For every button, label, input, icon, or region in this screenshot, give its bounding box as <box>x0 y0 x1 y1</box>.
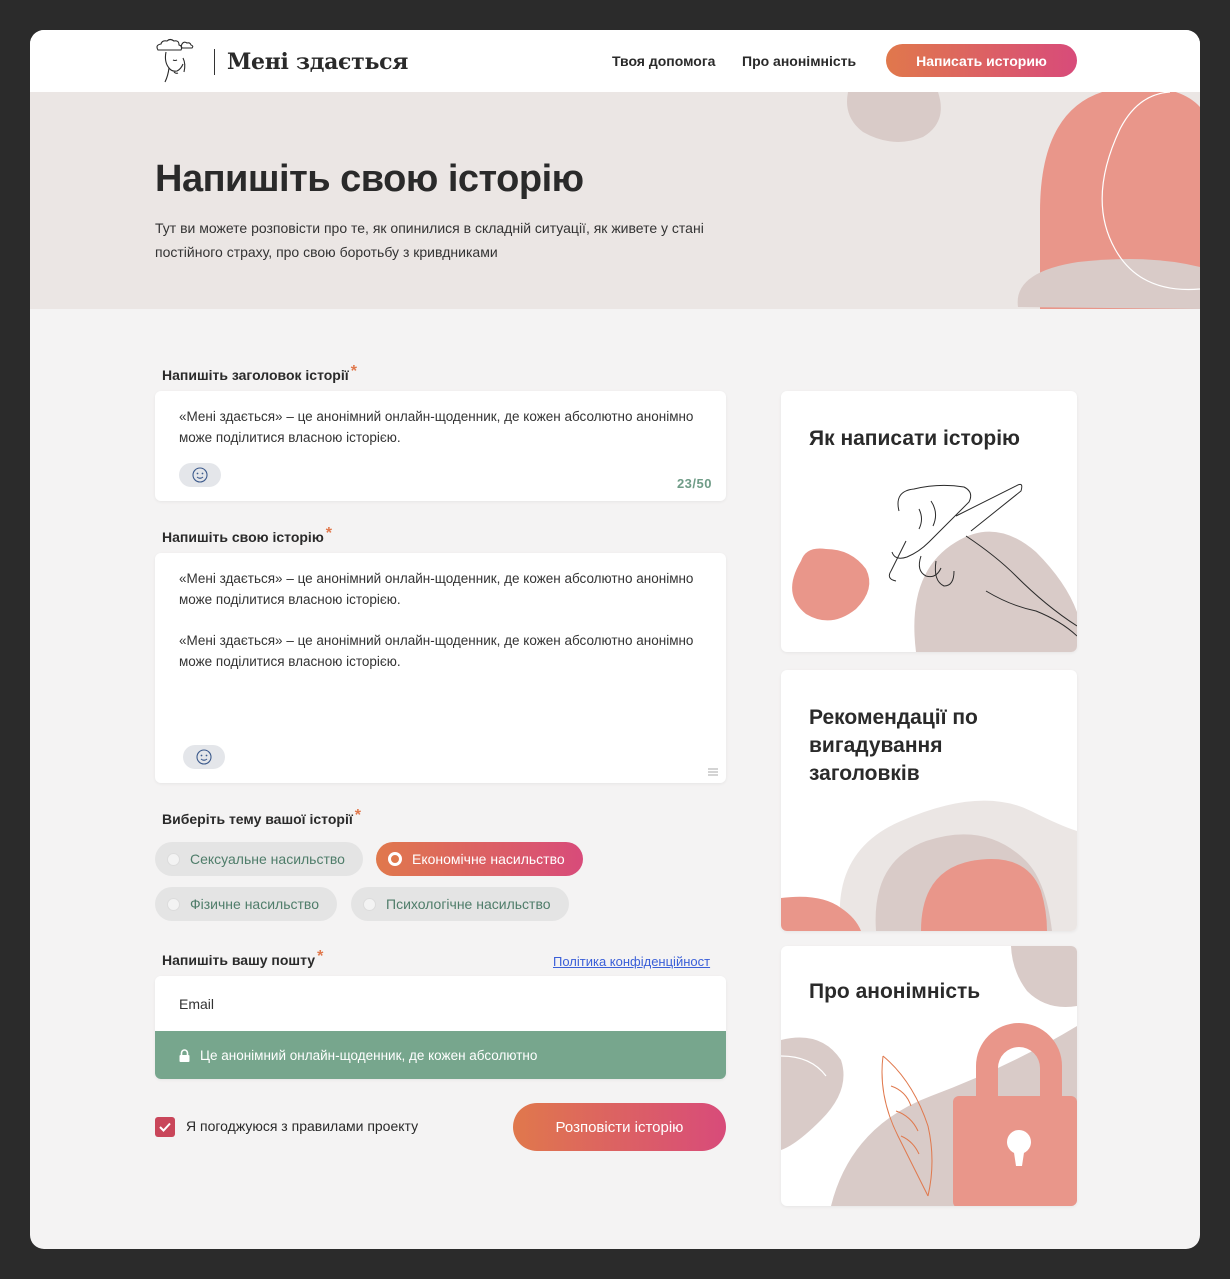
required-mark: * <box>350 363 357 380</box>
character-counter: 23/50 <box>676 476 712 491</box>
logo-text: Мені здається <box>227 49 409 75</box>
privacy-policy-link[interactable]: Політика конфіденційност <box>553 954 710 969</box>
email-input[interactable] <box>155 976 726 1031</box>
logo-divider <box>214 49 215 75</box>
topic-option-physical[interactable]: Фізичне насильство <box>155 887 337 921</box>
radio-icon <box>363 897 376 911</box>
nav-link-help[interactable]: Твоя допомога <box>612 53 715 69</box>
smiley-icon <box>192 467 208 483</box>
submit-story-button[interactable]: Розповісти історію <box>513 1103 726 1151</box>
hero-decoration <box>847 92 1200 309</box>
story-title-input[interactable]: «Мені здається» – це анонімний онлайн-що… <box>155 391 726 501</box>
radio-selected-icon <box>388 852 402 866</box>
hero-banner: Напишіть свою історію Тут ви можете розп… <box>30 92 1200 309</box>
write-story-button[interactable]: Написать историю <box>886 44 1077 77</box>
story-body-textarea[interactable]: «Мені здається» – це анонімний онлайн-що… <box>155 553 726 783</box>
smiley-icon <box>196 749 212 765</box>
guide-card-how-to-write[interactable]: Як написати історію <box>781 391 1077 652</box>
topic-field-label: Виберіть тему вашої історії * <box>162 807 362 827</box>
nav-link-anonymity[interactable]: Про анонімність <box>742 53 856 69</box>
topic-option-psychological[interactable]: Психологічне насильство <box>351 887 569 921</box>
topic-option-sexual[interactable]: Сексуальне насильство <box>155 842 363 876</box>
logo[interactable]: Мені здається <box>154 38 408 86</box>
guide-card-title-tips[interactable]: Рекомендації по вигадування заголовків <box>781 670 1077 931</box>
logo-face-icon <box>156 38 194 83</box>
agree-checkbox[interactable] <box>155 1117 175 1137</box>
story-title-value[interactable]: «Мені здається» – це анонімний онлайн-що… <box>179 406 699 448</box>
lock-icon <box>179 1048 190 1062</box>
required-mark: * <box>325 525 333 542</box>
card-title: Рекомендації по вигадування заголовків <box>809 706 978 785</box>
emoji-button[interactable] <box>183 745 225 769</box>
guide-card-anonymity[interactable]: Про анонімність <box>781 946 1077 1206</box>
topic-option-economic[interactable]: Економічне насильство <box>376 842 583 876</box>
email-field-label: Напишіть вашу пошту * <box>162 948 324 968</box>
card-title: Про анонімність <box>809 980 981 1003</box>
email-field-group: Це анонімний онлайн-щоденник, де кожен а… <box>155 976 726 1079</box>
nav-item-help[interactable]: Твоя допомога <box>612 30 715 92</box>
story-field-label: Напишіть свою історію * <box>162 525 333 545</box>
nav-item-anonymity[interactable]: Про анонімність <box>742 30 856 92</box>
story-paragraph[interactable]: «Мені здається» – це анонімний онлайн-що… <box>179 568 699 610</box>
site-header: Мені здається Твоя допомога Про анонімні… <box>30 30 1200 92</box>
radio-icon <box>167 897 180 911</box>
agree-label[interactable]: Я погоджуюся з правилами проекту <box>186 1118 418 1134</box>
emoji-button[interactable] <box>179 463 221 487</box>
resize-handle-icon[interactable] <box>708 767 718 777</box>
page-title: Напишіть свою історію <box>155 158 584 200</box>
email-anonymity-note: Це анонімний онлайн-щоденник, де кожен а… <box>155 1031 726 1079</box>
card-title: Як написати історію <box>809 427 1020 450</box>
required-mark: * <box>354 807 362 824</box>
page-description: Тут ви можете розповісти про те, як опин… <box>155 220 704 260</box>
title-field-label: Напишіть заголовок історії * <box>162 363 357 383</box>
app-window: Мені здається Твоя допомога Про анонімні… <box>30 30 1200 1249</box>
checkmark-icon <box>159 1122 171 1132</box>
required-mark: * <box>317 948 324 965</box>
story-paragraph[interactable]: «Мені здається» – це анонімний онлайн-що… <box>179 630 699 672</box>
radio-icon <box>167 852 180 866</box>
